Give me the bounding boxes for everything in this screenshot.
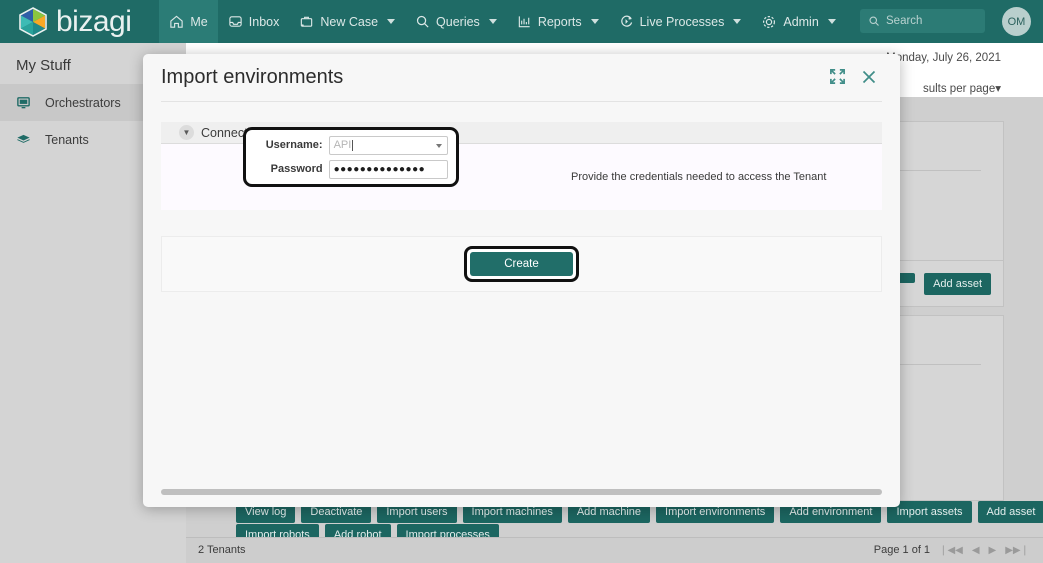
dialog-horizontal-scrollbar[interactable] (161, 489, 882, 495)
credentials-hint: Provide the credentials needed to access… (571, 171, 827, 183)
create-button[interactable]: Create (470, 252, 573, 276)
username-row: Username: API (246, 135, 448, 155)
close-icon[interactable] (860, 68, 878, 86)
password-row: Password ●●●●●●●●●●●●●● (246, 159, 448, 179)
username-placeholder: API (333, 139, 352, 151)
username-input[interactable]: API (328, 135, 448, 155)
dialog-title: Import environments (161, 66, 344, 88)
expand-icon[interactable] (829, 68, 846, 85)
password-value: ●●●●●●●●●●●●●● (333, 163, 426, 175)
app-root: bizagi Me Inbox New Case Queries Reports… (0, 0, 1043, 563)
password-label: Password (270, 163, 323, 175)
connection-settings-section: ▼ Connection settings Username: API Pas (161, 122, 882, 210)
text-cursor (352, 139, 354, 151)
chevron-down-icon[interactable]: ▼ (179, 125, 194, 140)
section-body: Username: API Password ●●●●●●●●●●●●●● Pr… (161, 127, 882, 210)
credentials-field-group: Username: API Password ●●●●●●●●●●●●●● (243, 127, 459, 187)
dialog-action-pane: Create (161, 236, 882, 292)
username-label: Username: (265, 139, 323, 151)
create-button-focus-ring: Create (464, 246, 579, 282)
scrollbar-thumb[interactable] (161, 489, 882, 495)
password-input[interactable]: ●●●●●●●●●●●●●● (328, 159, 448, 179)
chevron-down-icon[interactable] (436, 143, 442, 148)
dialog-header: Import environments (161, 54, 882, 102)
import-environments-dialog: Import environments ▼ Connection setting… (143, 54, 900, 507)
